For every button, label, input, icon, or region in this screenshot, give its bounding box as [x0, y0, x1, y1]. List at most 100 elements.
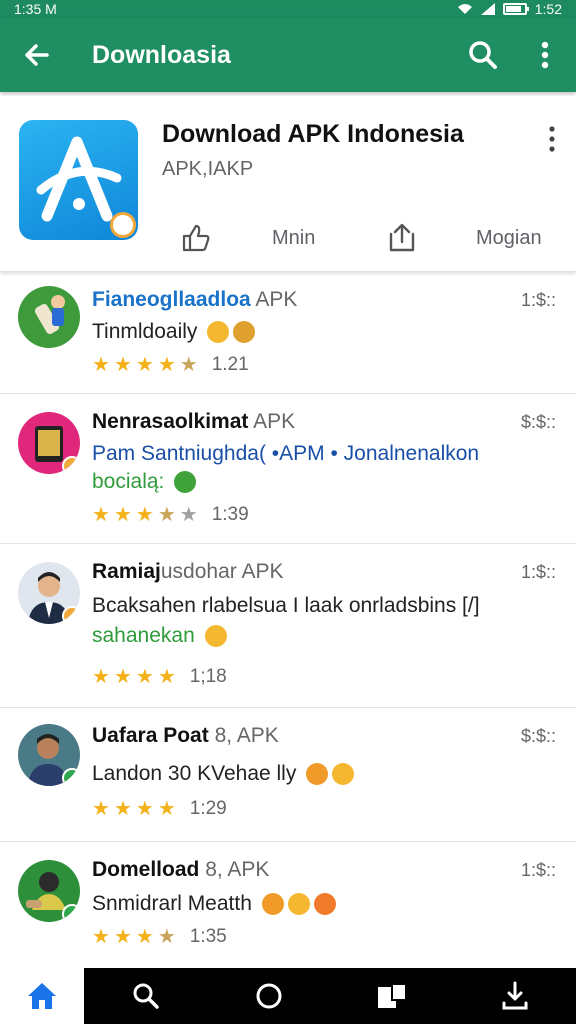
- status-bar: 1:35 M 1:52: [0, 0, 576, 18]
- back-button[interactable]: [0, 18, 74, 92]
- search-button[interactable]: [452, 18, 514, 92]
- smiley-emoji-icon: [204, 625, 227, 648]
- star-icon: ★: [135, 504, 154, 526]
- item-apk-label: 8, APK: [214, 724, 279, 747]
- bottom-nav: [0, 968, 576, 1024]
- item-apk-label: APK: [255, 288, 298, 311]
- item-time: $:$::: [520, 412, 556, 432]
- item-name: Domelload: [92, 858, 200, 881]
- item-time: 1:$::: [520, 860, 556, 880]
- grin-emoji-icon: [332, 763, 355, 786]
- rating-stars: ★ ★ ★ ★ 1;18: [92, 666, 227, 688]
- star-icon: ★: [92, 504, 110, 526]
- like-button[interactable]: Mnin: [150, 216, 370, 260]
- nav-circle[interactable]: [207, 968, 330, 1024]
- list-item[interactable]: Nenrasaolkimat APK $:$:: Pam Santniughda…: [0, 394, 576, 544]
- item-name: Fianeogllaadloa: [92, 288, 251, 311]
- list-item[interactable]: Uafara Poat 8, APK $:$:: Landon 30 KVeha…: [0, 708, 576, 842]
- like-label: Mnin: [272, 226, 316, 249]
- rating-stars: ★ ★ ★ ★ 1:29: [92, 798, 227, 820]
- search-icon: [133, 983, 159, 1009]
- more-vert-icon: [549, 126, 555, 152]
- app-bar-title: Downloasia: [92, 40, 231, 69]
- laughing-emoji-icon: [306, 763, 329, 786]
- star-empty-icon: ★: [179, 504, 198, 526]
- star-icon: ★: [92, 666, 110, 688]
- search-icon: [469, 41, 497, 69]
- item-title: Nenrasaolkimat APK: [92, 410, 295, 434]
- star-icon: ★: [92, 798, 110, 820]
- heart-eyes-emoji-icon: [313, 893, 336, 916]
- star-icon: ★: [157, 798, 176, 820]
- item-description-text: Tinmldoaily: [92, 320, 198, 343]
- laughing-emoji-icon: [261, 893, 284, 916]
- item-description: Bcaksahen rlabelsua I laak onrladsbins […: [92, 594, 480, 617]
- status-icons: 1:52: [457, 1, 562, 17]
- rating-stars: ★ ★ ★ ★ 1:35: [92, 926, 227, 948]
- app-logo-badge: [110, 212, 136, 238]
- app-name: Download APK Indonesia: [162, 120, 464, 148]
- verified-badge-icon: [62, 606, 80, 624]
- avatar: [18, 412, 80, 474]
- app-header-card: Download APK Indonesia APK,IAKP Mnin Mog…: [0, 96, 576, 272]
- item-time: 1:$::: [520, 290, 556, 310]
- star-icon: ★: [113, 354, 132, 376]
- rating-stars: ★ ★ ★ ★ ★ 1:39: [92, 504, 249, 526]
- nav-home[interactable]: [0, 968, 84, 1024]
- smiley-emoji-icon: [207, 321, 230, 344]
- star-icon: ★: [92, 354, 110, 376]
- download-icon: [502, 981, 527, 1010]
- star-icon: ★: [135, 926, 154, 948]
- app-header-more-button[interactable]: [542, 124, 562, 154]
- star-icon: ★: [135, 798, 154, 820]
- share-label: Mogian: [476, 226, 542, 249]
- rating-value: 1:35: [189, 926, 227, 947]
- app-logo[interactable]: [19, 120, 138, 240]
- app-action-row: Mnin Mogian: [150, 216, 576, 260]
- share-button[interactable]: Mogian: [370, 216, 576, 260]
- item-time: $:$::: [520, 726, 556, 746]
- status-time-right: 1:52: [534, 1, 562, 17]
- item-name: Nenrasaolkimat: [92, 410, 249, 433]
- home-icon: [28, 983, 56, 1009]
- rating-value: 1:39: [211, 504, 249, 525]
- list-item[interactable]: Fianeogllaadloa APK 1:$:: Tinmldoaily ★ ★…: [0, 272, 576, 394]
- sunglasses-emoji-icon: [233, 321, 256, 344]
- rating-stars: ★ ★ ★ ★ ★ 1.21: [92, 354, 249, 376]
- rating-value: 1:29: [189, 798, 227, 819]
- library-icon: [377, 983, 407, 1008]
- nav-download[interactable]: [453, 968, 576, 1024]
- avatar: [18, 860, 80, 922]
- verified-badge-icon: [62, 904, 80, 922]
- star-icon: ★: [113, 926, 132, 948]
- item-title: Ramiajusdohar APK: [92, 560, 283, 584]
- nav-search[interactable]: [84, 968, 207, 1024]
- item-title: Uafara Poat 8, APK: [92, 724, 279, 748]
- avatar: [18, 562, 80, 624]
- overflow-menu-button[interactable]: [514, 18, 576, 92]
- nav-library[interactable]: [330, 968, 453, 1024]
- star-icon: ★: [157, 666, 176, 688]
- circle-icon: [256, 983, 281, 1009]
- star-icon: ★: [135, 666, 154, 688]
- item-description: Landon 30 KVehae lly: [92, 762, 355, 786]
- item-name: Uafara Poat: [92, 724, 209, 747]
- star-icon: ★: [157, 354, 176, 376]
- list-item[interactable]: Domelload 8, APK 1:$:: Snmidrarl Meatth …: [0, 842, 576, 968]
- item-description-secondary-text: sahanekan: [92, 624, 195, 647]
- share-icon: [389, 223, 415, 252]
- list-item[interactable]: Ramiajusdohar APK 1:$:: Bcaksahen rlabel…: [0, 544, 576, 708]
- item-description-text: Landon 30 KVehae lly: [92, 762, 297, 785]
- item-description-secondary-text: bocialą:: [92, 470, 165, 493]
- item-time: 1:$::: [520, 562, 556, 582]
- star-icon: ★: [92, 926, 110, 948]
- item-description: Tinmldoaily: [92, 320, 256, 344]
- thumbs-up-icon: [182, 224, 210, 252]
- clock-emoji-icon: [174, 471, 197, 494]
- item-description-secondary: sahanekan: [92, 624, 227, 648]
- star-icon: ★: [113, 798, 132, 820]
- star-half-icon: ★: [179, 354, 198, 376]
- avatar-figure-icon: [34, 295, 65, 335]
- item-description-text: Snmidrarl Meatth: [92, 892, 252, 915]
- star-half-icon: ★: [157, 926, 176, 948]
